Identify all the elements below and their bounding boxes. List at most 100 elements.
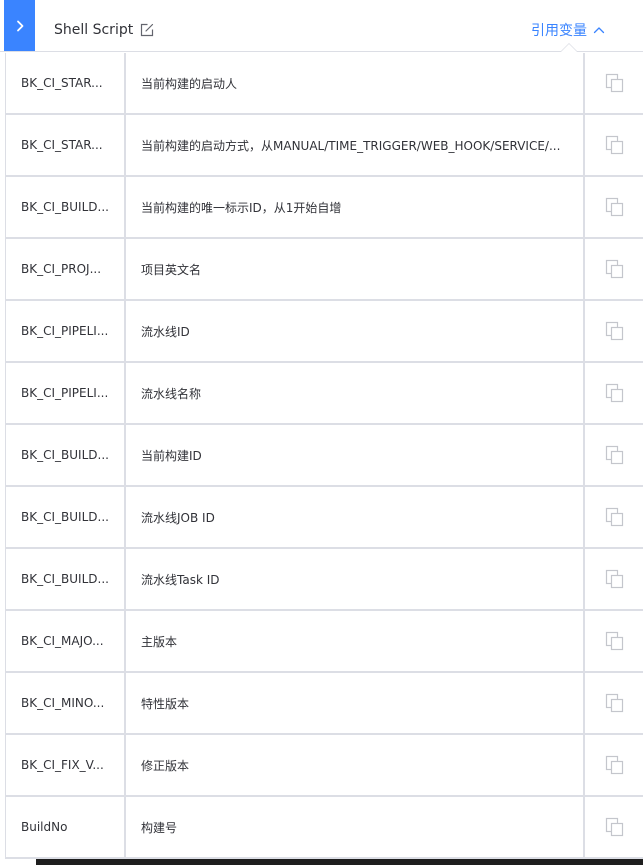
variable-desc-cell: 特性版本 — [126, 673, 585, 733]
plugin-title-text: Shell Script — [54, 22, 134, 38]
copy-icon — [605, 383, 623, 403]
chevron-up-icon — [593, 27, 605, 34]
variable-description: 流水线名称 — [141, 386, 202, 401]
variable-description: 流水线JOB ID — [141, 510, 215, 525]
copy-icon — [605, 197, 623, 217]
variable-desc-cell: 当前构建ID — [126, 425, 585, 485]
variable-description: 主版本 — [141, 634, 178, 649]
variable-name-cell: BK_CI_FIX_V... — [6, 735, 126, 795]
copy-variable-button[interactable] — [585, 177, 643, 237]
variable-description: 流水线ID — [141, 324, 190, 339]
copy-variable-button[interactable] — [585, 673, 643, 733]
variable-name-cell: BK_CI_BUILD... — [6, 487, 126, 547]
variable-name-cell: BK_CI_MINO... — [6, 673, 126, 733]
copy-icon — [605, 507, 623, 527]
variable-row: BK_CI_PIPELI... 流水线名称 — [6, 363, 643, 425]
variable-row: BK_CI_FIX_V... 修正版本 — [6, 735, 643, 797]
variable-name-cell: BK_CI_BUILD... — [6, 549, 126, 609]
variable-description: 构建号 — [141, 820, 178, 835]
variable-row: BK_CI_BUILD... 当前构建的唯一标示ID，从1开始自增 — [6, 177, 643, 239]
variable-desc-cell: 流水线ID — [126, 301, 585, 361]
dropdown-caret — [560, 43, 578, 52]
variable-name-cell: BK_CI_PIPELI... — [6, 363, 126, 423]
copy-variable-button[interactable] — [585, 301, 643, 361]
variable-description: 当前构建的启动方式，从MANUAL/TIME_TRIGGER/WEB_HOOK/… — [141, 138, 561, 153]
variable-desc-cell: 当前构建的启动人 — [126, 53, 585, 113]
reference-variables-link[interactable]: 引用变量 — [531, 20, 605, 40]
variable-name: BK_CI_PROJ... — [21, 262, 102, 276]
collapse-toggle-button[interactable] — [4, 0, 35, 51]
variable-name: BK_CI_BUILD... — [21, 448, 109, 462]
copy-icon — [605, 631, 623, 651]
variable-name: BK_CI_FIX_V... — [21, 758, 104, 772]
copy-variable-button[interactable] — [585, 363, 643, 423]
variable-name: BK_CI_MAJO... — [21, 634, 104, 648]
variable-name: BK_CI_BUILD... — [21, 572, 109, 586]
copy-variable-button[interactable] — [585, 487, 643, 547]
variable-desc-cell: 流水线Task ID — [126, 549, 585, 609]
variable-row: BK_CI_MAJO... 主版本 — [6, 611, 643, 673]
variable-name: BK_CI_PIPELI... — [21, 386, 109, 400]
copy-variable-button[interactable] — [585, 549, 643, 609]
variable-name: BK_CI_MINO... — [21, 696, 105, 710]
variable-desc-cell: 构建号 — [126, 797, 585, 857]
edit-icon[interactable] — [139, 22, 155, 38]
copy-icon — [605, 321, 623, 341]
plugin-title: Shell Script — [54, 0, 133, 51]
variable-name-cell: BuildNo — [6, 797, 126, 857]
variable-desc-cell: 当前构建的唯一标示ID，从1开始自增 — [126, 177, 585, 237]
plugin-header: Shell Script 引用变量 — [0, 0, 643, 52]
variable-description: 特性版本 — [141, 696, 190, 711]
variable-desc-cell: 流水线名称 — [126, 363, 585, 423]
variable-row: BK_CI_STAR... 当前构建的启动方式，从MANUAL/TIME_TRI… — [6, 115, 643, 177]
copy-icon — [605, 259, 623, 279]
variable-row: BK_CI_BUILD... 流水线Task ID — [6, 549, 643, 611]
variable-description: 当前构建ID — [141, 448, 202, 463]
variable-name: BK_CI_STAR... — [21, 138, 103, 152]
variable-name-cell: BK_CI_STAR... — [6, 53, 126, 113]
copy-icon — [605, 135, 623, 155]
copy-variable-button[interactable] — [585, 239, 643, 299]
copy-variable-button[interactable] — [585, 611, 643, 671]
variable-description: 流水线Task ID — [141, 572, 220, 587]
copy-icon — [605, 755, 623, 775]
copy-variable-button[interactable] — [585, 797, 643, 857]
copy-icon — [605, 73, 623, 93]
variable-row: BK_CI_BUILD... 流水线JOB ID — [6, 487, 643, 549]
copy-variable-button[interactable] — [585, 425, 643, 485]
variable-desc-cell: 流水线JOB ID — [126, 487, 585, 547]
variable-name-cell: BK_CI_STAR... — [6, 115, 126, 175]
variable-description: 当前构建的唯一标示ID，从1开始自增 — [141, 200, 342, 215]
variable-name: BK_CI_BUILD... — [21, 200, 109, 214]
chevron-right-icon — [16, 20, 23, 31]
variable-row: BK_CI_MINO... 特性版本 — [6, 673, 643, 735]
reference-variables-label: 引用变量 — [531, 23, 587, 39]
variable-row: BK_CI_STAR... 当前构建的启动人 — [6, 53, 643, 115]
variable-name: BK_CI_STAR... — [21, 76, 103, 90]
variable-name-cell: BK_CI_PIPELI... — [6, 301, 126, 361]
variable-name: BK_CI_PIPELI... — [21, 324, 109, 338]
variable-desc-cell: 项目英文名 — [126, 239, 585, 299]
variable-desc-cell: 修正版本 — [126, 735, 585, 795]
variable-description: 修正版本 — [141, 758, 190, 773]
copy-variable-button[interactable] — [585, 115, 643, 175]
copy-variable-button[interactable] — [585, 735, 643, 795]
variable-name-cell: BK_CI_BUILD... — [6, 177, 126, 237]
copy-icon — [605, 445, 623, 465]
variable-name-cell: BK_CI_PROJ... — [6, 239, 126, 299]
variable-desc-cell: 当前构建的启动方式，从MANUAL/TIME_TRIGGER/WEB_HOOK/… — [126, 115, 585, 175]
copy-variable-button[interactable] — [585, 53, 643, 113]
variable-row: BuildNo 构建号 — [6, 797, 643, 859]
variable-name-cell: BK_CI_BUILD... — [6, 425, 126, 485]
variable-description: 项目英文名 — [141, 262, 202, 277]
variable-description: 当前构建的启动人 — [141, 76, 238, 91]
copy-icon — [605, 569, 623, 589]
variable-row: BK_CI_BUILD... 当前构建ID — [6, 425, 643, 487]
copy-icon — [605, 817, 623, 837]
variable-row: BK_CI_PROJ... 项目英文名 — [6, 239, 643, 301]
variables-table: BK_CI_STAR... 当前构建的启动人 BK_CI_STAR... 当前构… — [5, 53, 643, 859]
copy-icon — [605, 693, 623, 713]
variable-desc-cell: 主版本 — [126, 611, 585, 671]
variable-name-cell: BK_CI_MAJO... — [6, 611, 126, 671]
variable-name: BK_CI_BUILD... — [21, 510, 109, 524]
